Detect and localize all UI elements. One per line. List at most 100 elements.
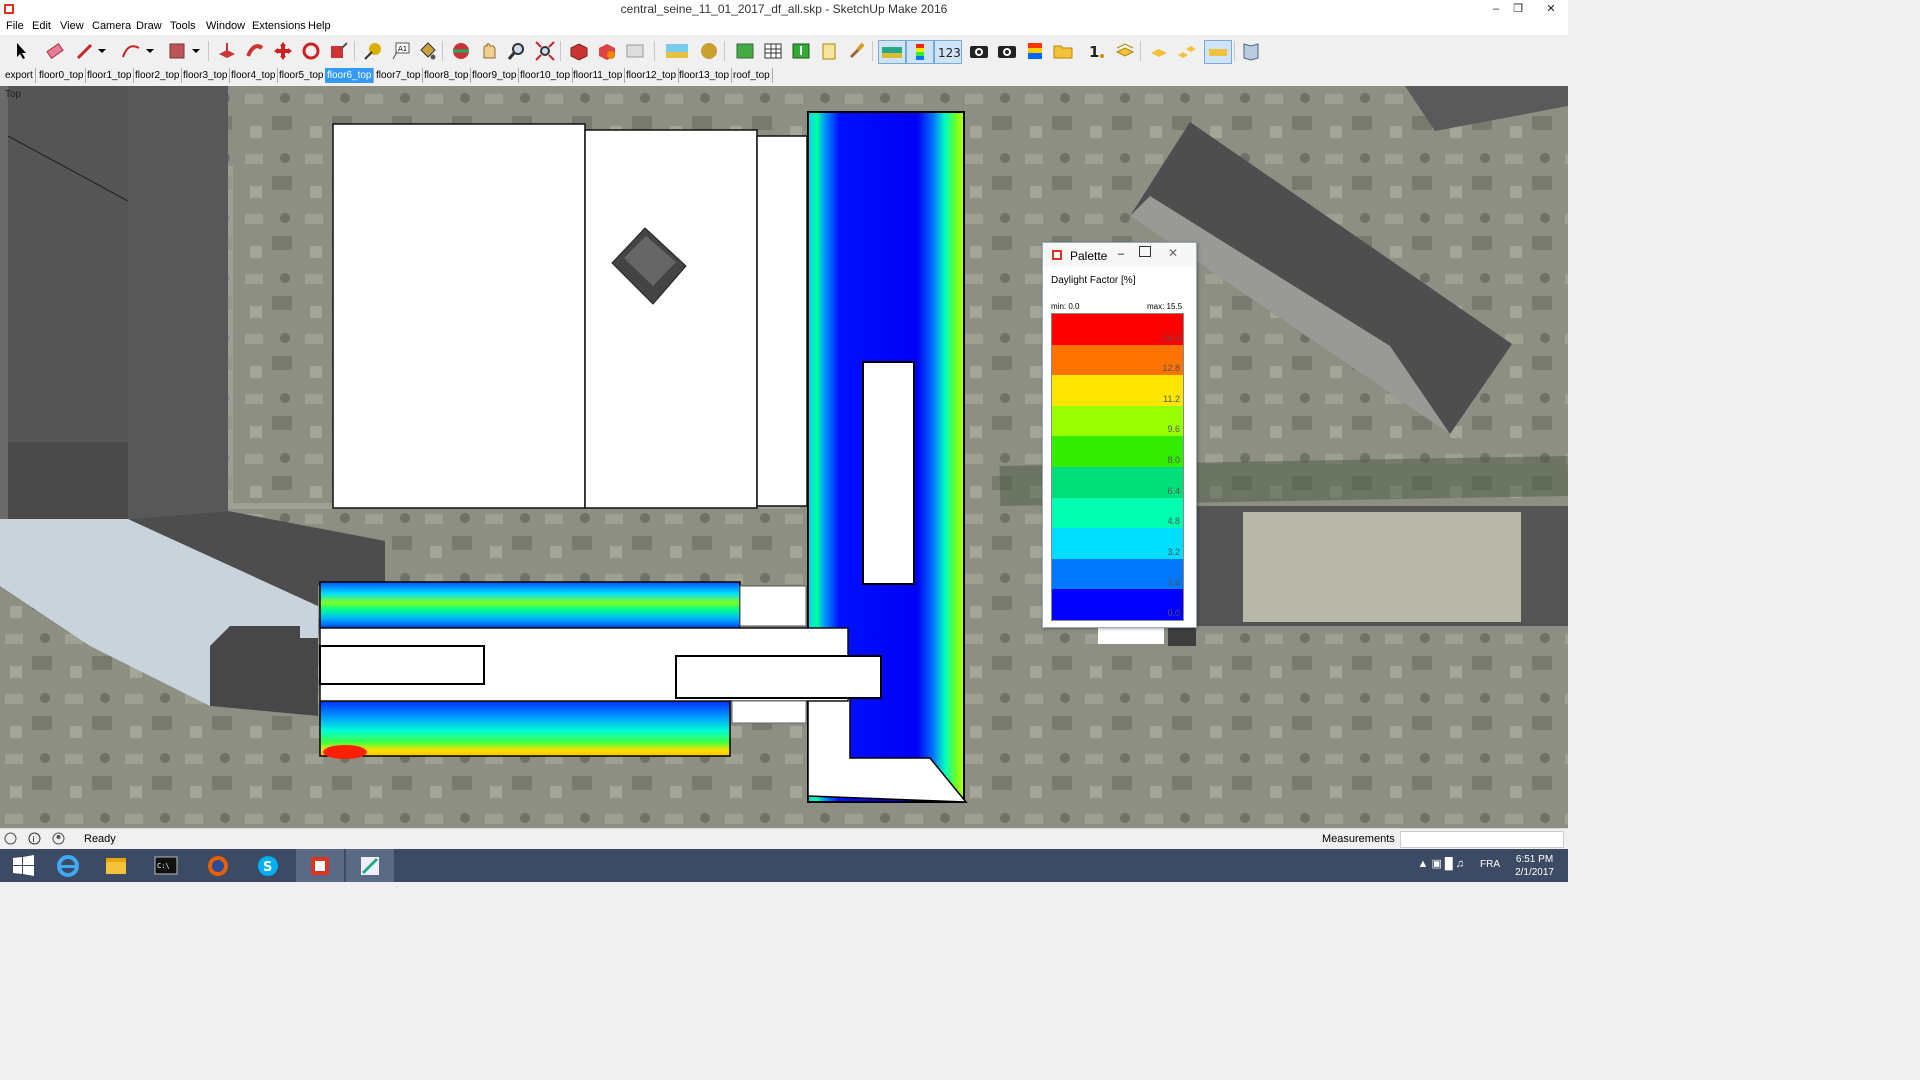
text-tool-icon[interactable]: A1 [390,40,412,62]
tab-floor4-top[interactable]: floor4_top [229,68,279,83]
sun-icon[interactable] [698,40,720,62]
command-prompt-icon[interactable]: C:\ [142,849,190,882]
tape-measure-tool-icon[interactable] [362,40,384,62]
language-indicator[interactable]: FRA [1480,859,1500,870]
clipboard-icon[interactable] [818,40,840,62]
layout-send-icon[interactable] [624,40,646,62]
instructor-book-icon[interactable] [1240,40,1262,62]
tab-floor8-top[interactable]: floor8_top [422,68,472,83]
tab-floor7-top[interactable]: floor7_top [374,68,424,83]
palette-header[interactable]: Palette – ✕ [1043,243,1196,267]
rotate-tool-icon[interactable] [300,40,322,62]
move-tool-icon[interactable] [272,40,294,62]
grid-table-icon[interactable] [762,40,784,62]
windows-start-icon[interactable] [0,849,48,882]
sketchup-app-icon [1052,250,1062,260]
follow-me-tool-icon[interactable] [244,40,266,62]
palette-close-button[interactable]: ✕ [1168,246,1178,260]
orbit-tool-icon[interactable] [450,40,472,62]
skype-icon[interactable]: S [244,849,292,882]
credits-icon[interactable]: i [28,832,41,845]
layout-taskbar-icon[interactable] [346,849,394,882]
menu-help[interactable]: Help [308,20,331,32]
tab-floor11-top[interactable]: floor11_top [571,68,626,83]
export-model-icon[interactable] [734,40,756,62]
tab-floor12-top[interactable]: floor12_top [624,68,680,83]
clock-time: 6:51 PM [1515,854,1554,865]
menu-extensions[interactable]: Extensions [252,20,306,32]
chevron-down-icon[interactable] [190,40,202,62]
menu-file[interactable]: File [6,20,24,32]
palette-minimize-button[interactable]: – [1118,248,1124,260]
legend-palette-window[interactable]: Palette – ✕ Daylight Factor [%] min: 0.0… [1042,242,1197,628]
folder-icon[interactable] [1052,40,1074,62]
close-window-button[interactable]: ✕ [1540,1,1562,17]
tab-floor1-top[interactable]: floor1_top [85,68,135,83]
model-viewport[interactable]: Top [0,86,1568,828]
legend-toggle-icon[interactable] [906,40,934,64]
pan-tool-icon[interactable] [478,40,500,62]
restore-button[interactable]: ❐ [1507,1,1529,17]
menu-window[interactable]: Window [206,20,245,32]
zones-split-icon[interactable] [1176,40,1198,62]
tab-floor10-top[interactable]: floor10_top [518,68,574,83]
toolbar-separator [654,41,655,61]
results-grid-icon[interactable] [1024,40,1046,62]
surface-icon[interactable] [1204,40,1232,64]
menu-view[interactable]: View [60,20,84,32]
zoom-extents-tool-icon[interactable] [534,40,556,62]
zone-icon[interactable] [1148,40,1170,62]
value-labels-icon[interactable]: 123 [934,40,962,64]
extension-warehouse-icon[interactable] [596,40,618,62]
false-color-display-icon[interactable] [878,40,906,64]
line-tool-icon[interactable] [74,40,96,62]
internet-explorer-icon[interactable] [44,849,92,882]
chevron-down-icon[interactable] [144,40,156,62]
brush-icon[interactable] [846,40,868,62]
layers-icon[interactable] [1114,40,1136,62]
push-pull-tool-icon[interactable] [216,40,238,62]
import-model-icon[interactable] [790,40,812,62]
legend-title: Daylight Factor [%] [1051,275,1136,286]
system-tray-icons[interactable]: ▲ ▣ █ ♫ [1418,857,1465,870]
tab-floor9-top[interactable]: floor9_top [470,68,520,83]
user-icon[interactable] [52,832,65,845]
tab-floor13-top[interactable]: floor13_top [677,68,733,83]
legend-band-label: 6.4 [1167,485,1180,496]
tab-floor3-top[interactable]: floor3_top [181,68,231,83]
legend-band: 0.0 [1052,589,1183,620]
tab-export[interactable]: export [3,68,36,83]
toolbar-separator [1140,41,1141,61]
palette-maximize-button[interactable] [1139,246,1151,257]
select-tool-icon[interactable] [10,40,32,62]
zoom-tool-icon[interactable] [506,40,528,62]
menu-edit[interactable]: Edit [32,20,51,32]
geolocation-icon[interactable] [4,832,17,845]
tab-roof-top[interactable]: roof_top [731,68,773,83]
scale-tool-icon[interactable] [328,40,350,62]
main-toolbar: A1 123 1 [0,35,1568,67]
arc-tool-icon[interactable] [120,40,142,62]
tab-floor2-top[interactable]: floor2_top [133,68,183,83]
firefox-icon[interactable] [194,849,242,882]
eraser-tool-icon[interactable] [44,40,66,62]
measurements-input[interactable] [1400,831,1564,848]
tag-number-icon[interactable]: 1 [1086,40,1108,62]
menu-camera[interactable]: Camera [92,20,131,32]
tab-floor6-top[interactable]: floor6_top [325,68,375,83]
minimize-button[interactable]: – [1485,1,1507,17]
3d-warehouse-icon[interactable] [568,40,590,62]
clock[interactable]: 6:51 PM 2/1/2017 [1515,853,1554,879]
menu-draw[interactable]: Draw [136,20,162,32]
tab-floor0-top[interactable]: floor0_top [37,68,87,83]
rectangle-tool-icon[interactable] [166,40,188,62]
camera-icon[interactable] [996,40,1018,62]
section-plane-icon[interactable] [664,40,690,62]
camera-icon[interactable] [968,40,990,62]
tab-floor5-top[interactable]: floor5_top [277,68,327,83]
menu-tools[interactable]: Tools [170,20,196,32]
sketchup-taskbar-icon[interactable] [296,849,344,882]
paint-bucket-tool-icon[interactable] [416,40,438,62]
chevron-down-icon[interactable] [96,40,108,62]
file-explorer-icon[interactable] [92,849,140,882]
